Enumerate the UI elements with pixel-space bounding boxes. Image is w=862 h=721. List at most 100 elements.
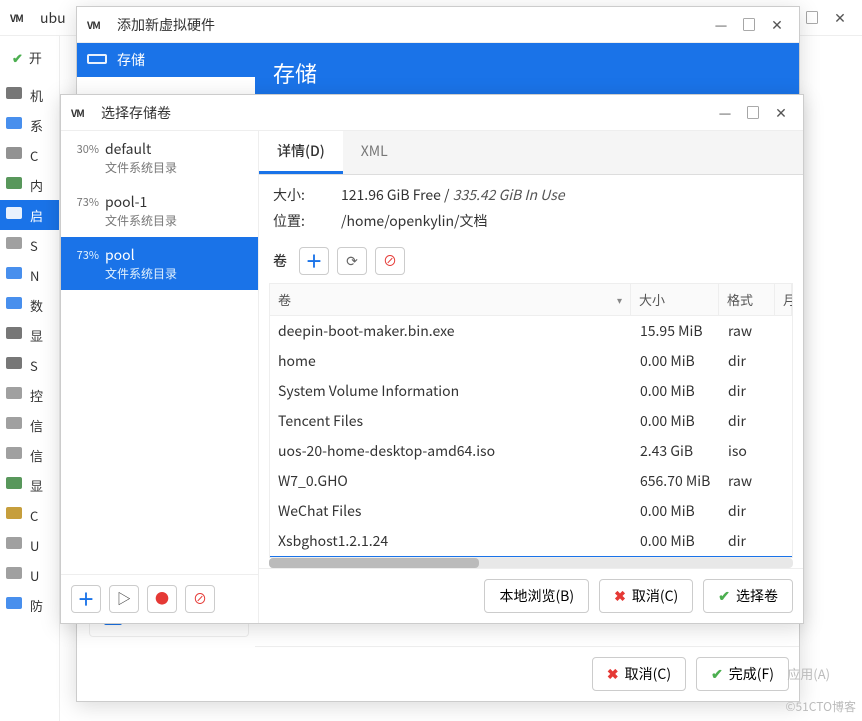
sidebar-item[interactable]: S (0, 350, 59, 380)
sidebar-item[interactable]: C (0, 140, 59, 170)
pool-delete-button[interactable]: ⊘ (185, 585, 215, 613)
browse-local-button[interactable]: 本地浏览(B) (484, 579, 589, 613)
size-free: 121.96 GiB Free / (341, 185, 450, 205)
pool-add-button[interactable]: ＋ (71, 585, 101, 613)
col-size[interactable]: 大小 (631, 284, 719, 315)
device-icon (6, 117, 24, 133)
sidebar-item-label: 内 (30, 176, 43, 195)
volume-row[interactable]: WeChat Files0.00 MiBdir (270, 496, 792, 526)
ok-icon: ✔ (718, 586, 730, 606)
vol-maximize-button[interactable]: □ (741, 101, 765, 125)
pool-item[interactable]: 30% default文件系统目录 (61, 131, 258, 184)
apply-label-ghost: 应用(A) (787, 664, 830, 683)
sidebar-begin: ✔ 开 (6, 42, 59, 72)
volume-size: 0.00 MiB (632, 406, 720, 436)
volume-size: 16.68 MiB (632, 556, 720, 557)
sidebar-item[interactable]: 数 (0, 290, 59, 320)
sort-caret-icon: ▾ (617, 292, 622, 307)
sidebar-item[interactable]: 内 (0, 170, 59, 200)
sidebar-item[interactable]: 防 (0, 590, 59, 620)
pool-pct: 30% (71, 139, 99, 157)
scroll-thumb[interactable] (269, 558, 479, 568)
sidebar-item[interactable]: 信 (0, 440, 59, 470)
pool-item[interactable]: 73%pool-1文件系统目录 (61, 184, 258, 237)
watermark: ©51CTO博客 (786, 698, 857, 715)
device-icon (6, 357, 24, 373)
sidebar-item-label: 数 (30, 296, 43, 315)
root-close-button[interactable]: ✕ (828, 6, 852, 30)
pool-item[interactable]: 73%pool文件系统目录 (61, 237, 258, 290)
sidebar-item[interactable]: 控 (0, 380, 59, 410)
device-icon (6, 387, 24, 403)
pool-sub: 文件系统目录 (105, 159, 177, 176)
vm-devices-sidebar: ✔ 开 机系C内启SN数显S控信信显CUU防 (0, 36, 60, 721)
addhw-minimize-button[interactable]: — (709, 13, 733, 37)
col-last[interactable]: 月 (775, 284, 792, 315)
vol-close-button[interactable]: ✕ (769, 101, 793, 125)
size-label: 大小: (273, 185, 321, 205)
sidebar-item[interactable]: 显 (0, 470, 59, 500)
volume-add-button[interactable]: ＋ (299, 247, 329, 275)
volume-row[interactable]: Tencent Files0.00 MiBdir (270, 406, 792, 436)
sidebar-item-label: 控 (30, 386, 43, 405)
cancel-icon: ✖ (607, 664, 619, 684)
sidebar-item[interactable]: S (0, 230, 59, 260)
addhw-cancel-button[interactable]: ✖取消(C) (592, 657, 686, 691)
volume-delete-button[interactable]: ⊘ (375, 247, 405, 275)
sidebar-item[interactable]: 显 (0, 320, 59, 350)
volume-row[interactable]: W7_0.GHO656.70 MiBraw (270, 466, 792, 496)
volume-size: 0.00 MiB (632, 496, 720, 526)
sidebar-item[interactable]: C (0, 500, 59, 530)
addhw-finish-button[interactable]: ✔完成(F) (696, 657, 789, 691)
volume-row[interactable]: uos-20-home-desktop-amd64.iso2.43 GiBiso (270, 436, 792, 466)
pool-stop-button[interactable]: ● (147, 585, 177, 613)
volume-size: 0.00 MiB (632, 526, 720, 556)
pool-name: default (105, 139, 177, 159)
sidebar-item[interactable]: 信 (0, 410, 59, 440)
pool-start-button[interactable]: ▷ (109, 585, 139, 613)
addhw-titlebar: VM 添加新虚拟硬件 — □ ✕ (77, 7, 799, 43)
pool-name: pool-1 (105, 192, 177, 212)
volume-name: home (270, 346, 632, 376)
volume-row[interactable]: System Volume Information0.00 MiBdir (270, 376, 792, 406)
sidebar-item[interactable]: U (0, 560, 59, 590)
tab-xml[interactable]: XML (343, 131, 406, 174)
vol-minimize-button[interactable]: — (713, 101, 737, 125)
addhw-category-storage[interactable]: 存储 (77, 43, 255, 77)
sidebar-item-label: 防 (30, 596, 43, 615)
cancel-icon: ✖ (614, 586, 626, 606)
sidebar-item-label: N (30, 266, 39, 285)
device-icon (6, 87, 24, 103)
sidebar-item[interactable]: 机 (0, 80, 59, 110)
volume-row[interactable]: yjghost_gw.exe16.68 MiBraw (270, 556, 792, 557)
choose-volume-button[interactable]: ✔选择卷 (703, 579, 793, 613)
device-icon (6, 147, 24, 163)
volume-row[interactable]: deepin-boot-maker.bin.exe15.95 MiBraw (270, 316, 792, 346)
sidebar-item[interactable]: U (0, 530, 59, 560)
vol-title: 选择存储卷 (101, 103, 709, 123)
pool-pct: 73% (71, 245, 99, 263)
volume-row[interactable]: home0.00 MiBdir (270, 346, 792, 376)
vol-titlebar: VM 选择存储卷 — □ ✕ (61, 95, 803, 131)
volume-row[interactable]: Xsbghost1.2.1.240.00 MiBdir (270, 526, 792, 556)
root-maximize-button[interactable]: □ (800, 6, 824, 30)
volume-table-header: 卷▾ 大小 格式 月 (270, 284, 792, 316)
tab-details[interactable]: 详情(D) (259, 131, 343, 174)
col-name[interactable]: 卷▾ (270, 284, 631, 315)
addhw-close-button[interactable]: ✕ (765, 13, 789, 37)
addhw-footer: ✖取消(C) ✔完成(F) (255, 646, 799, 701)
pool-name: pool (105, 245, 177, 265)
device-icon (6, 237, 24, 253)
sidebar-item[interactable]: N (0, 260, 59, 290)
horizontal-scrollbar[interactable] (269, 558, 793, 568)
sidebar-item[interactable]: 系 (0, 110, 59, 140)
sidebar-item[interactable]: 启 (0, 200, 59, 230)
choose-volume-window: VM 选择存储卷 — □ ✕ 30% default文件系统目录 73% pool-1… (60, 94, 804, 624)
col-format[interactable]: 格式 (719, 284, 775, 315)
addhw-maximize-button[interactable]: □ (737, 13, 761, 37)
device-icon (6, 207, 24, 223)
pool-pct: 73% (71, 192, 99, 210)
vol-cancel-button[interactable]: ✖取消(C) (599, 579, 693, 613)
volume-refresh-button[interactable]: ⟳ (337, 247, 367, 275)
volume-format: dir (720, 346, 776, 376)
